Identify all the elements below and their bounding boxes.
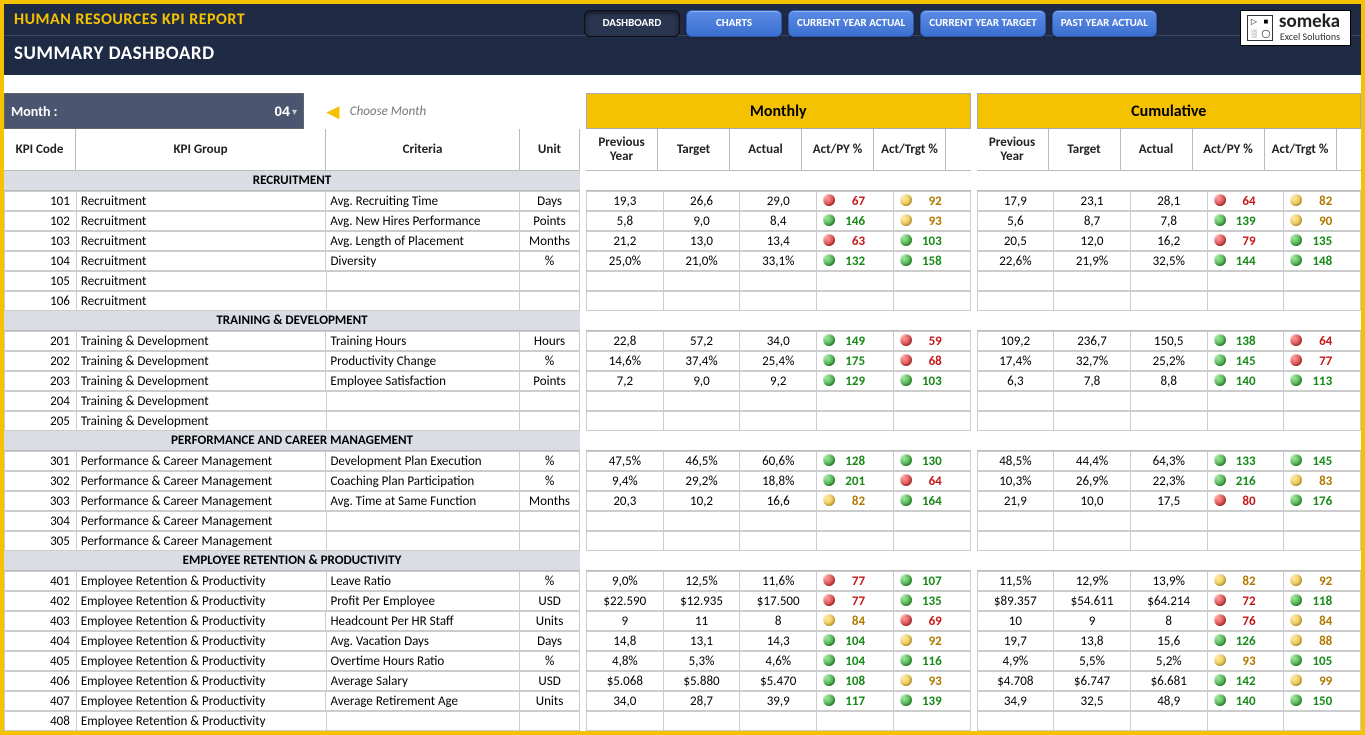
logo: ▷■░◯ someka Excel Solutions	[1240, 10, 1351, 46]
col-c-actual: Actual	[1121, 129, 1193, 170]
col-unit: Unit	[520, 129, 580, 170]
col-m-py: Previous Year	[586, 129, 658, 170]
kpi-row: 405 Employee Retention & Productivity Ov…	[4, 651, 1361, 671]
col-kpi-code: KPI Code	[4, 129, 76, 170]
col-c-py: Previous Year	[977, 129, 1049, 170]
col-c-target: Target	[1049, 129, 1121, 170]
nav-py-actual[interactable]: PAST YEAR ACTUAL	[1052, 10, 1157, 37]
kpi-row: 401 Employee Retention & Productivity Le…	[4, 571, 1361, 591]
kpi-row: 302 Performance & Career Management Coac…	[4, 471, 1361, 491]
kpi-row: 407 Employee Retention & Productivity Av…	[4, 691, 1361, 711]
col-m-actual: Actual	[730, 129, 802, 170]
section-header: RECRUITMENT	[4, 171, 580, 191]
kpi-row: 205 Training & Development	[4, 411, 1361, 431]
kpi-row: 105 Recruitment	[4, 271, 1361, 291]
section-header: TRAINING & DEVELOPMENT	[4, 311, 580, 331]
month-selector[interactable]: Month : 04	[4, 93, 304, 129]
kpi-row: 101 Recruitment Avg. Recruiting Time Day…	[4, 191, 1361, 211]
kpi-row: 303 Performance & Career Management Avg.…	[4, 491, 1361, 511]
block-monthly-title: Monthly	[586, 93, 971, 129]
kpi-row: 304 Performance & Career Management	[4, 511, 1361, 531]
page-title: SUMMARY DASHBOARD	[14, 42, 215, 65]
month-label: Month :	[11, 103, 58, 120]
nav-cy-target[interactable]: CURRENT YEAR TARGET	[920, 10, 1045, 37]
col-m-acttrgt: Act/Trgt %	[874, 129, 946, 170]
col-criteria: Criteria	[326, 129, 520, 170]
kpi-row: 204 Training & Development	[4, 391, 1361, 411]
logo-name: someka	[1279, 13, 1340, 30]
nav-charts[interactable]: CHARTS	[686, 10, 782, 37]
kpi-row: 203 Training & Development Employee Sati…	[4, 371, 1361, 391]
col-kpi-group: KPI Group	[76, 129, 326, 170]
kpi-row: 402 Employee Retention & Productivity Pr…	[4, 591, 1361, 611]
kpi-row: 102 Recruitment Avg. New Hires Performan…	[4, 211, 1361, 231]
arrow-left-icon: ◄	[322, 98, 344, 125]
nav-dashboard[interactable]: DASHBOARD	[584, 10, 680, 37]
kpi-row: 404 Employee Retention & Productivity Av…	[4, 631, 1361, 651]
month-select[interactable]: 04	[240, 103, 290, 119]
kpi-row: 202 Training & Development Productivity …	[4, 351, 1361, 371]
logo-sub: Excel Solutions	[1279, 30, 1340, 43]
kpi-row: 301 Performance & Career Management Deve…	[4, 451, 1361, 471]
col-m-target: Target	[658, 129, 730, 170]
choose-month-hint: Choose Month	[350, 104, 426, 119]
col-m-actpy: Act/PY %	[802, 129, 874, 170]
col-c-acttrgt: Act/Trgt %	[1265, 129, 1337, 170]
section-header: PERFORMANCE AND CAREER MANAGEMENT	[4, 431, 580, 451]
col-c-actpy: Act/PY %	[1193, 129, 1265, 170]
kpi-row: 406 Employee Retention & Productivity Av…	[4, 671, 1361, 691]
kpi-row: 201 Training & Development Training Hour…	[4, 331, 1361, 351]
kpi-row: 103 Recruitment Avg. Length of Placement…	[4, 231, 1361, 251]
kpi-row: 305 Performance & Career Management	[4, 531, 1361, 551]
kpi-row: 403 Employee Retention & Productivity He…	[4, 611, 1361, 631]
report-title: HUMAN RESOURCES KPI REPORT	[14, 10, 245, 29]
section-header: EMPLOYEE RETENTION & PRODUCTIVITY	[4, 551, 580, 571]
block-cumulative-title: Cumulative	[977, 93, 1362, 129]
nav-cy-actual[interactable]: CURRENT YEAR ACTUAL	[788, 10, 914, 37]
kpi-row: 104 Recruitment Diversity % 25,0%21,0%33…	[4, 251, 1361, 271]
kpi-row: 408 Employee Retention & Productivity	[4, 711, 1361, 731]
kpi-row: 106 Recruitment	[4, 291, 1361, 311]
